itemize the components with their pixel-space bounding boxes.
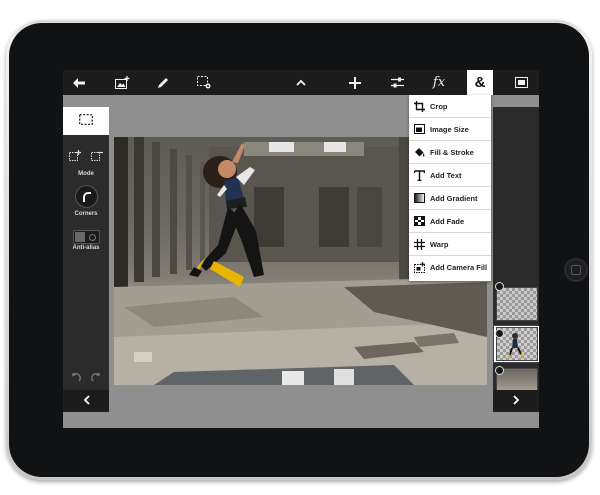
selection-options-button[interactable] <box>188 70 220 95</box>
mode-subtract-button[interactable] <box>90 150 104 164</box>
back-button[interactable] <box>63 70 95 95</box>
text-icon <box>413 169 425 181</box>
corners-control[interactable] <box>75 185 98 208</box>
marquee-icon <box>79 112 93 130</box>
menu-label: Add Camera Fill <box>430 263 488 272</box>
chevron-up-icon <box>296 79 306 86</box>
crop-icon <box>413 100 425 112</box>
home-button[interactable] <box>564 258 588 282</box>
redo-button[interactable] <box>91 371 102 385</box>
more-tools-button[interactable]: & <box>467 70 493 95</box>
selection-gear-icon <box>197 76 211 89</box>
add-image-icon <box>114 76 130 89</box>
layer-visibility-dot-person[interactable] <box>495 329 504 338</box>
bucket-icon <box>413 146 425 158</box>
warp-grid-icon <box>413 238 425 250</box>
fullscreen-button[interactable] <box>505 70 537 95</box>
adjustments-button[interactable] <box>381 70 413 95</box>
chevron-left-icon <box>83 394 90 408</box>
fullscreen-icon <box>514 77 528 88</box>
layer-visibility-dot-building[interactable] <box>495 366 504 375</box>
effects-button[interactable]: fx <box>423 70 455 95</box>
anti-alias-label: Anti-alias <box>72 245 100 251</box>
menu-label: Add Fade <box>430 216 465 226</box>
menu-item-add-camera-fill[interactable]: Add Camera Fill <box>409 256 491 279</box>
back-arrow-icon <box>73 77 85 88</box>
menu-label: Fill & Stroke <box>430 147 474 157</box>
menu-label: Warp <box>430 239 449 249</box>
camera-fill-icon <box>413 262 425 274</box>
menu-label: Crop <box>430 101 448 111</box>
fade-icon <box>413 215 425 227</box>
collapse-button[interactable] <box>285 70 317 95</box>
undo-icon <box>70 371 81 385</box>
menu-item-add-fade[interactable]: Add Fade <box>409 210 491 233</box>
collapse-left-panel-button[interactable] <box>63 390 109 412</box>
menu-label: Add Text <box>430 170 462 180</box>
layer-visibility-dot[interactable] <box>495 282 504 291</box>
left-tool-panel: Mode Corners Anti-alias <box>63 107 109 390</box>
chevron-right-icon <box>512 394 520 408</box>
top-toolbar: fx & <box>63 70 539 95</box>
menu-item-image-size[interactable]: Image Size <box>409 118 491 141</box>
corners-label: Corners <box>74 211 98 217</box>
add-image-button[interactable] <box>106 70 138 95</box>
brush-button[interactable] <box>147 70 179 95</box>
more-tools-menu: Crop Image Size Fill & Stroke Add Text A… <box>409 95 491 281</box>
menu-item-add-gradient[interactable]: Add Gradient <box>409 187 491 210</box>
menu-label: Add Gradient <box>430 193 478 203</box>
image-size-icon <box>413 123 425 135</box>
mode-label: Mode <box>78 171 94 177</box>
add-selection-icon <box>69 148 81 166</box>
ampersand-icon: & <box>474 74 486 91</box>
mode-add-button[interactable] <box>68 150 82 164</box>
move-button[interactable] <box>339 70 371 95</box>
marquee-tool-button[interactable] <box>63 107 109 135</box>
redo-icon <box>91 371 102 385</box>
sliders-icon <box>390 77 404 88</box>
collapse-right-panel-button[interactable] <box>493 390 539 412</box>
menu-item-crop[interactable]: Crop <box>409 95 491 118</box>
anti-alias-toggle[interactable] <box>73 230 100 244</box>
app-screen: fx & Mode Corners Anti-alias Crop Image … <box>63 70 539 428</box>
menu-item-warp[interactable]: Warp <box>409 233 491 256</box>
menu-label: Image Size <box>430 124 469 134</box>
menu-item-fill-stroke[interactable]: Fill & Stroke <box>409 141 491 164</box>
subtract-selection-icon <box>91 148 103 166</box>
canvas-margin-bottom <box>63 412 539 428</box>
layers-panel <box>493 107 539 417</box>
gradient-icon <box>413 192 425 204</box>
pencil-icon <box>157 77 169 89</box>
fx-icon: fx <box>432 75 446 90</box>
move-cross-icon <box>349 76 361 89</box>
layer-thumbnail-background-checker[interactable] <box>496 287 538 321</box>
undo-button[interactable] <box>70 371 81 385</box>
menu-item-add-text[interactable]: Add Text <box>409 164 491 187</box>
